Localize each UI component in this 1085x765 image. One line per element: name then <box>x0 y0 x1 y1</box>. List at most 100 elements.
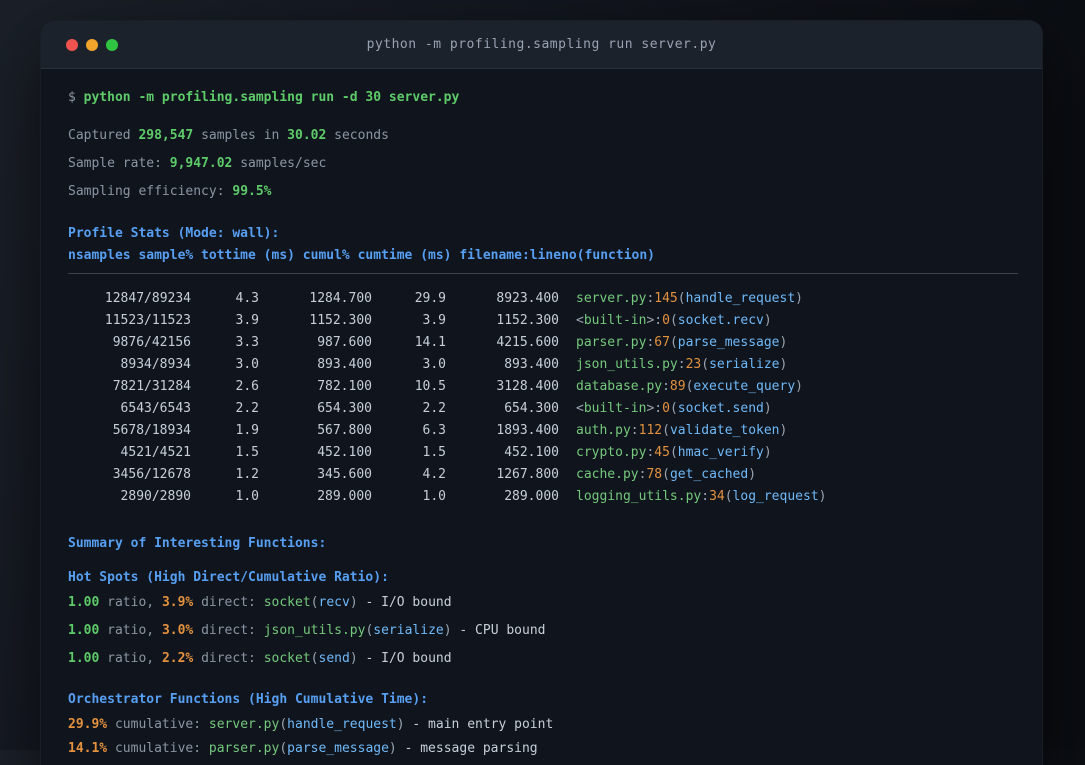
capture-summary: Captured 298,547 samples in 30.02 second… <box>68 126 1018 146</box>
text-segment: crypto.py <box>576 445 647 460</box>
section-heading: Summary of Interesting Functions: <box>68 534 1018 554</box>
text-segment: direct: <box>193 651 264 666</box>
text-segment: 289.000 <box>317 489 372 504</box>
text-segment: built-in <box>583 401 647 416</box>
text-segment: ( <box>669 445 678 460</box>
text-segment: 1.9 <box>235 423 259 438</box>
hotspot-line: 1.00 ratio, 3.0% direct: json_utils.py(s… <box>68 621 1018 641</box>
text-segment: Hot Spots (High Direct/Cumulative Ratio)… <box>68 570 389 585</box>
text-segment: 893.400 <box>317 357 372 372</box>
text-segment: 987.600 <box>317 335 372 350</box>
text-segment: cumulative: <box>107 741 209 756</box>
text-segment: : <box>630 423 639 438</box>
text-segment: : <box>677 357 686 372</box>
text-segment: get_cached <box>669 467 749 482</box>
text-segment: 29.9% <box>68 717 108 732</box>
text-segment: 89 <box>669 379 686 394</box>
text-segment: built-in <box>583 313 647 328</box>
stats-row: 3456/12678 1.2 345.600 4.2 1267.800 cache.py:… <box>68 465 1018 485</box>
text-segment: ) <box>795 291 803 306</box>
text-segment: 67 <box>654 335 670 350</box>
text-segment: socket.recv <box>677 313 764 328</box>
text-segment: 34 <box>709 489 725 504</box>
text-segment: 2.2 <box>235 401 259 416</box>
text-segment: 452.100 <box>504 445 559 460</box>
text-segment: 8923.400 <box>496 291 559 306</box>
text-segment: socket <box>263 595 311 610</box>
text-segment: 1.00 <box>68 623 100 638</box>
text-segment: 1267.800 <box>496 467 559 482</box>
text-segment: 4.3 <box>235 291 259 306</box>
text-segment: auth.py <box>576 423 631 438</box>
text-segment: database.py <box>576 379 663 394</box>
text-segment: 0 <box>662 313 670 328</box>
text-segment: 10.5 <box>414 379 446 394</box>
text-segment: ( <box>669 335 678 350</box>
text-segment: parse_message <box>677 335 780 350</box>
close-button[interactable] <box>66 38 78 51</box>
text-segment: 29.9 <box>414 291 446 306</box>
text-segment: ratio, <box>99 595 162 610</box>
text-segment: send <box>318 651 350 666</box>
text-segment: 289.000 <box>504 489 559 504</box>
text-segment: 30.02 <box>287 128 327 143</box>
text-segment: 1.5 <box>422 445 446 460</box>
text-segment: - main entry point <box>404 717 554 732</box>
stats-row: 11523/11523 3.9 1152.300 3.9 1152.300 <built-… <box>68 311 1018 331</box>
text-segment: Orchestrator Functions (High Cumulative … <box>68 692 429 707</box>
text-segment: seconds <box>326 128 389 143</box>
text-segment: ( <box>279 717 288 732</box>
text-segment: socket <box>263 651 311 666</box>
window-title: python -m profiling.sampling run server.… <box>366 37 717 52</box>
text-segment: 9,947.02 <box>169 156 233 171</box>
text-segment: 3.0% <box>161 623 194 638</box>
text-segment: ( <box>701 357 710 372</box>
text-segment: 4521/4521 <box>120 445 191 460</box>
text-segment: samples in <box>193 128 288 143</box>
text-segment: 452.100 <box>317 445 372 460</box>
text-segment: ) <box>388 741 397 756</box>
text-segment: ( <box>662 467 670 482</box>
text-segment: Profile Stats (Mode: wall): <box>68 226 280 241</box>
text-segment: 1.00 <box>68 595 100 610</box>
text-segment: < <box>576 313 584 328</box>
text-segment: ) <box>349 651 358 666</box>
section-heading: Orchestrator Functions (High Cumulative … <box>68 690 1018 710</box>
text-segment: 7821/31284 <box>112 379 191 394</box>
text-segment: recv <box>318 595 350 610</box>
text-segment: python -m profiling.sampling run -d 30 s… <box>83 90 460 105</box>
text-segment: hmac_verify <box>677 445 764 460</box>
text-segment: 145 <box>654 291 678 306</box>
text-segment: - I/O bound <box>357 651 452 666</box>
text-segment: direct: <box>193 623 264 638</box>
orchestrator-line: 14.1% cumulative: parser.py(parse_messag… <box>68 739 1018 759</box>
text-segment: - CPU bound <box>451 623 546 638</box>
text-segment: ( <box>669 401 678 416</box>
text-segment: log_request <box>732 489 819 504</box>
text-segment: 654.300 <box>317 401 372 416</box>
text-segment: ) <box>779 335 788 350</box>
text-segment: socket.send <box>677 401 764 416</box>
text-segment: 3.3 <box>235 335 259 350</box>
text-segment: 3.0 <box>235 357 259 372</box>
stats-row: 2890/2890 1.0 289.000 1.0 289.000 logging_uti… <box>68 487 1018 507</box>
text-segment: 112 <box>638 423 663 438</box>
text-segment: Captured <box>68 128 139 143</box>
minimize-button[interactable] <box>86 38 98 51</box>
table-header: nsamples sample% tottime (ms) cumul% cum… <box>68 246 1018 266</box>
text-segment: ) <box>779 423 788 438</box>
text-segment: 893.400 <box>504 357 559 372</box>
window-titlebar[interactable]: python -m profiling.sampling run server.… <box>41 21 1042 69</box>
divider <box>68 273 1018 274</box>
zoom-button[interactable] <box>106 38 118 51</box>
text-segment: ( <box>677 291 686 306</box>
text-segment: parser.py <box>576 335 647 350</box>
text-segment: 1.5 <box>235 445 259 460</box>
text-segment: ) <box>779 357 788 372</box>
text-segment: ) <box>396 717 405 732</box>
text-segment: handle_request <box>287 717 397 732</box>
text-segment: execute_query <box>693 379 796 394</box>
text-segment: Sample rate: <box>68 156 170 171</box>
text-segment: ( <box>310 651 319 666</box>
text-segment: 1.0 <box>422 489 446 504</box>
